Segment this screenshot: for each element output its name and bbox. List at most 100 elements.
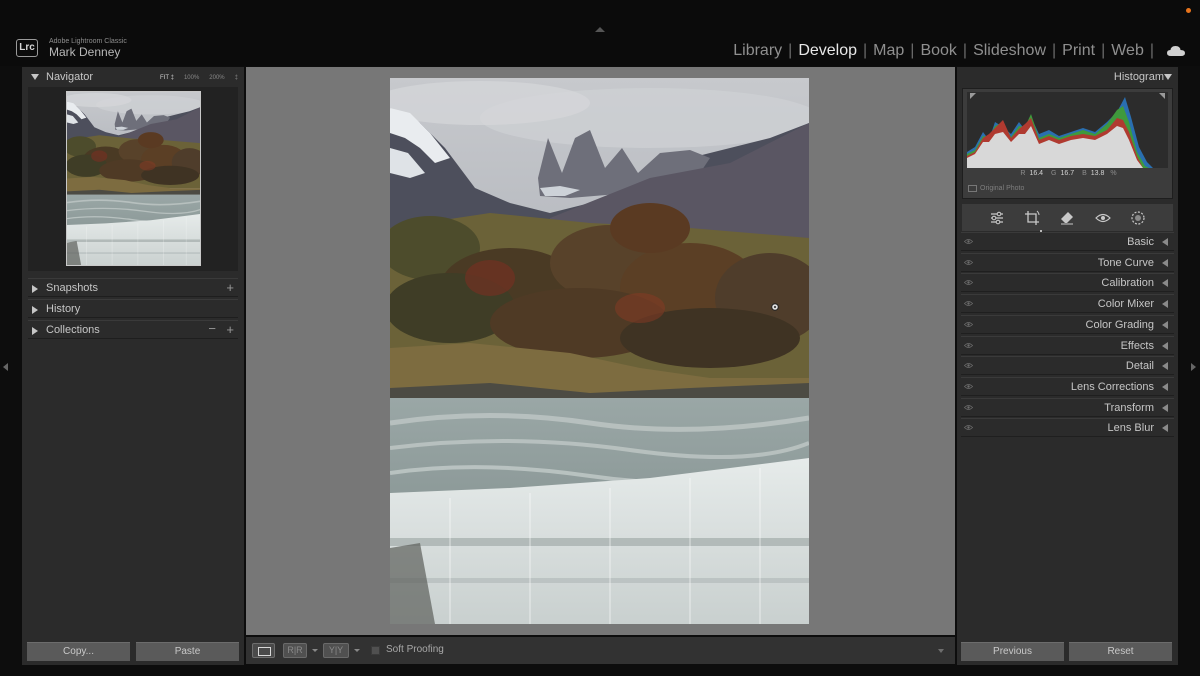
- g-value: 16.7: [1060, 170, 1075, 177]
- navigator-preview-area: [28, 87, 238, 271]
- original-photo-label: Original Photo: [980, 185, 1025, 192]
- zoom-200[interactable]: 200%: [209, 68, 224, 88]
- module-book[interactable]: Book: [920, 42, 956, 60]
- snapshots-panel-header[interactable]: Snapshots +: [28, 278, 238, 297]
- module-separator: |: [788, 42, 793, 59]
- zoom-more[interactable]: ‡: [235, 68, 238, 88]
- expand-triangle-icon[interactable]: [1162, 362, 1168, 371]
- module-picker: Library | Develop | Map | Book | Slidesh…: [733, 42, 1186, 60]
- eye-icon[interactable]: [964, 321, 973, 328]
- history-label: History: [46, 303, 81, 315]
- expand-triangle-icon[interactable]: [1162, 300, 1168, 309]
- snapshots-label: Snapshots: [46, 282, 98, 294]
- module-separator: |: [1149, 42, 1154, 59]
- develop-panel-header[interactable]: Calibration: [961, 273, 1174, 293]
- expand-triangle-icon[interactable]: [1162, 341, 1168, 350]
- red-eye-icon[interactable]: [1095, 210, 1111, 226]
- module-library[interactable]: Library: [733, 42, 782, 60]
- soft-proofing-label[interactable]: Soft Proofing: [386, 644, 444, 655]
- expand-triangle-icon[interactable]: [1162, 382, 1168, 391]
- crop-rotate-icon[interactable]: [1024, 210, 1040, 226]
- develop-panel-label: Lens Blur: [1107, 422, 1154, 435]
- module-slideshow[interactable]: Slideshow: [973, 42, 1046, 60]
- cloud-sync-icon[interactable]: [1166, 45, 1186, 57]
- eye-icon[interactable]: [964, 279, 973, 286]
- eye-icon[interactable]: [964, 300, 973, 307]
- develop-panel-label: Tone Curve: [1097, 256, 1154, 269]
- eye-icon[interactable]: [964, 342, 973, 349]
- paste-settings-button[interactable]: Paste: [136, 642, 239, 661]
- copy-settings-button[interactable]: Copy...: [27, 642, 130, 661]
- right-panel-toggle-icon[interactable]: [1191, 363, 1196, 371]
- chevron-down-icon[interactable]: [312, 649, 318, 652]
- add-snapshot-button[interactable]: +: [226, 280, 234, 295]
- collapse-triangle-icon[interactable]: [1164, 74, 1172, 80]
- left-panel-toggle-icon[interactable]: [3, 363, 8, 371]
- before-after-button[interactable]: R|R: [283, 643, 307, 658]
- masking-icon[interactable]: [1130, 210, 1146, 226]
- chevron-down-icon[interactable]: [354, 649, 360, 652]
- eye-icon[interactable]: [964, 404, 973, 411]
- develop-panel-header[interactable]: Detail: [961, 356, 1174, 376]
- develop-panel-header[interactable]: Transform: [961, 397, 1174, 417]
- before-after-swap-button[interactable]: Y|Y: [323, 643, 349, 658]
- expand-triangle-icon[interactable]: [1162, 238, 1168, 246]
- soft-proofing-checkbox[interactable]: [371, 646, 380, 655]
- history-panel-header[interactable]: History: [28, 299, 238, 318]
- original-photo-checkbox[interactable]: [968, 185, 977, 192]
- navigator-thumbnail[interactable]: [66, 91, 201, 266]
- develop-panel-label: Transform: [1104, 401, 1154, 414]
- module-web[interactable]: Web: [1111, 42, 1144, 60]
- expand-triangle-icon[interactable]: [32, 306, 38, 314]
- navigator-header[interactable]: Navigator FIT ‡ 100% 200% ‡: [22, 67, 244, 87]
- histogram-header[interactable]: Histogram: [957, 67, 1178, 87]
- reset-button[interactable]: Reset: [1069, 642, 1172, 661]
- eraser-icon[interactable]: [1059, 210, 1075, 226]
- add-collection-button[interactable]: +: [226, 322, 234, 337]
- eye-icon[interactable]: [964, 362, 973, 369]
- main-photo[interactable]: [390, 78, 809, 624]
- expand-triangle-icon[interactable]: [1162, 258, 1168, 267]
- expand-triangle-icon[interactable]: [1162, 403, 1168, 412]
- previous-settings-button[interactable]: Previous: [961, 642, 1064, 661]
- eye-icon[interactable]: [964, 383, 973, 390]
- product-name: Adobe Lightroom Classic: [49, 38, 127, 45]
- develop-panel-header[interactable]: Effects: [961, 335, 1174, 355]
- histogram-graph[interactable]: [967, 92, 1168, 168]
- develop-panel-header[interactable]: Color Mixer: [961, 294, 1174, 314]
- develop-panel-header[interactable]: Color Grading: [961, 314, 1174, 334]
- left-panel: Navigator FIT ‡ 100% 200% ‡ Snapshots + …: [22, 67, 244, 665]
- develop-panel-header[interactable]: Lens Blur: [961, 418, 1174, 438]
- top-panel-toggle-icon[interactable]: [595, 27, 605, 32]
- develop-panel-header[interactable]: Lens Corrections: [961, 376, 1174, 396]
- eye-icon[interactable]: [964, 238, 973, 245]
- expand-triangle-icon[interactable]: [1162, 320, 1168, 329]
- module-separator: |: [910, 42, 915, 59]
- loupe-view-button[interactable]: [252, 643, 275, 658]
- expand-triangle-icon[interactable]: [1162, 279, 1168, 288]
- sliders-icon[interactable]: [989, 210, 1005, 226]
- module-develop[interactable]: Develop: [798, 42, 857, 60]
- zoom-100[interactable]: 100%: [184, 68, 199, 88]
- b-label: B: [1082, 170, 1087, 177]
- eye-icon[interactable]: [964, 424, 973, 431]
- original-photo-toggle[interactable]: Original Photo: [968, 185, 1024, 192]
- develop-panel-header[interactable]: Basic: [961, 232, 1174, 251]
- expand-triangle-icon[interactable]: [32, 285, 38, 293]
- expand-triangle-icon[interactable]: [1162, 424, 1168, 433]
- module-map[interactable]: Map: [873, 42, 904, 60]
- develop-panel-header[interactable]: Tone Curve: [961, 252, 1174, 272]
- toolbar-menu-chevron-icon[interactable]: [933, 643, 949, 658]
- develop-panel-label: Basic: [1127, 236, 1154, 248]
- module-print[interactable]: Print: [1062, 42, 1095, 60]
- rgb-readout: R 16.4 G 16.7 B 13.8%: [963, 170, 1174, 177]
- navigator-zoom-options: FIT ‡ 100% 200% ‡: [160, 68, 238, 88]
- collections-panel-header[interactable]: Collections − +: [28, 320, 238, 339]
- collapse-triangle-icon[interactable]: [31, 74, 39, 80]
- zoom-fit[interactable]: FIT ‡: [160, 68, 174, 88]
- develop-tool-strip: [962, 204, 1173, 232]
- expand-triangle-icon[interactable]: [32, 327, 38, 335]
- remove-collection-button[interactable]: −: [208, 321, 216, 336]
- module-separator: |: [962, 42, 968, 59]
- eye-icon[interactable]: [964, 259, 973, 266]
